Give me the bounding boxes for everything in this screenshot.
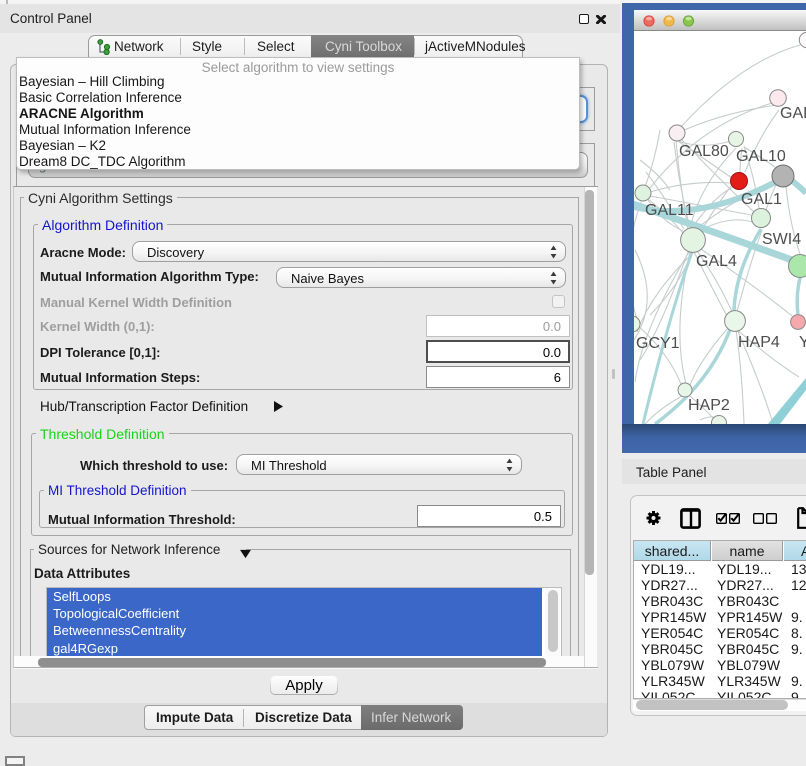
svg-text:SWI4: SWI4 — [762, 231, 801, 248]
svg-text:Y: Y — [799, 334, 806, 351]
svg-text:GAL11: GAL11 — [645, 202, 694, 219]
svg-text:GAL80: GAL80 — [679, 143, 729, 160]
svg-text:GAL10: GAL10 — [736, 148, 786, 165]
svg-text:HAP2: HAP2 — [688, 397, 730, 414]
svg-text:GAL4: GAL4 — [696, 253, 737, 270]
svg-text:GAL: GAL — [780, 105, 806, 122]
svg-text:GCY1: GCY1 — [636, 335, 680, 352]
svg-text:HAP4: HAP4 — [738, 334, 780, 351]
svg-text:GAL1: GAL1 — [741, 191, 782, 208]
